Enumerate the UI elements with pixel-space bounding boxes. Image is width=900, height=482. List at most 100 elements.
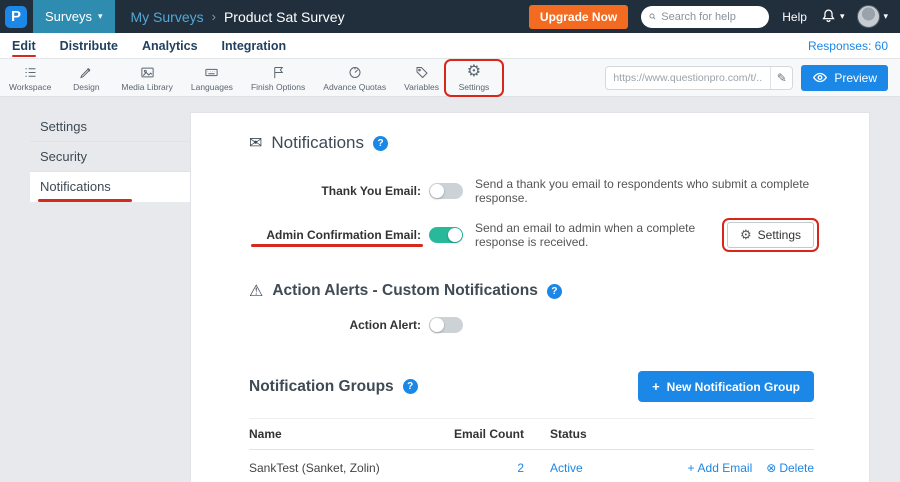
gear-icon: ⚙ — [740, 227, 752, 243]
toolbar-item-label: Finish Options — [251, 82, 305, 92]
delete-label: Delete — [779, 461, 814, 475]
help-link[interactable]: Help — [782, 10, 807, 24]
notifications-bell-button[interactable]: ▾ — [820, 8, 845, 25]
questionpro-logo[interactable]: P — [5, 6, 27, 28]
survey-tabs: Edit Distribute Analytics Integration — [12, 33, 286, 58]
toggle-knob — [430, 318, 444, 332]
label-text: Admin Confirmation Email: — [266, 228, 421, 242]
status-cell: Active — [524, 450, 639, 482]
help-search-input[interactable] — [661, 11, 761, 23]
tab-distribute[interactable]: Distribute — [60, 33, 118, 58]
tab-label: Edit — [12, 39, 36, 53]
toolbar-item-design[interactable]: Design — [60, 62, 112, 94]
eye-icon — [812, 71, 828, 84]
thank-you-email-toggle[interactable] — [429, 183, 463, 199]
sidebar-item-label: Notifications — [40, 179, 111, 194]
tab-label: Integration — [222, 39, 287, 53]
responses-count[interactable]: Responses: 60 — [808, 39, 888, 53]
chevron-down-icon: ▾ — [98, 11, 103, 22]
bell-icon — [820, 8, 837, 25]
notification-groups-table: Name Email Count Status SankTest (Sanket… — [249, 418, 814, 482]
finish-options-icon — [271, 64, 286, 81]
notifications-panel: ✉ Notifications ? Thank You Email: Send … — [190, 112, 870, 482]
toolbar-item-label: Workspace — [9, 82, 51, 92]
help-icon[interactable]: ? — [547, 284, 562, 299]
plus-icon: + — [652, 379, 660, 394]
toolbar-item-media-library[interactable]: Media Library — [112, 62, 182, 94]
section-title: Notifications — [271, 133, 364, 153]
row-actions: +Add Email ⊗Delete — [639, 461, 814, 475]
edit-url-pencil-icon[interactable]: ✎ — [770, 67, 792, 89]
envelope-icon: ✉ — [249, 133, 262, 153]
help-icon[interactable]: ? — [373, 136, 388, 151]
admin-confirmation-email-description: Send an email to admin when a complete r… — [475, 221, 727, 249]
tab-label: Distribute — [60, 39, 118, 53]
toggle-knob — [430, 184, 444, 198]
header-name: Name — [249, 419, 429, 450]
tab-edit[interactable]: Edit — [12, 33, 36, 58]
email-count-link[interactable]: 2 — [517, 461, 524, 475]
edit-toolbar: Workspace Design Media Library Languages… — [0, 59, 900, 97]
toolbar-item-finish-options[interactable]: Finish Options — [242, 62, 314, 94]
action-alert-toggle[interactable] — [429, 317, 463, 333]
toggle-knob — [448, 228, 462, 242]
toolbar-right-group: ✎ Preview — [605, 65, 888, 91]
account-menu-button[interactable]: ▾ — [857, 5, 888, 28]
section-title: Notification Groups — [249, 378, 394, 396]
toolbar-item-languages[interactable]: Languages — [182, 62, 242, 94]
survey-url-input[interactable] — [606, 72, 770, 84]
add-email-label: Add Email — [698, 461, 753, 475]
action-alert-label: Action Alert: — [249, 318, 421, 332]
row-actions-cell: +Add Email ⊗Delete — [639, 450, 814, 482]
thank-you-email-description: Send a thank you email to respondents wh… — [475, 177, 814, 205]
notifications-section-header: ✉ Notifications ? — [249, 133, 814, 153]
toolbar-item-label: Media Library — [121, 82, 173, 92]
tab-label: Analytics — [142, 39, 198, 53]
survey-url-box: ✎ — [605, 66, 793, 90]
sidebar-item-notifications[interactable]: Notifications — [30, 172, 190, 202]
breadcrumb-separator: › — [212, 9, 216, 24]
toolbar-item-label: Variables — [404, 82, 439, 92]
surveys-menu-button[interactable]: Surveys ▾ — [33, 0, 115, 33]
tab-integration[interactable]: Integration — [222, 33, 287, 58]
workspace-icon — [22, 64, 39, 81]
add-email-link[interactable]: +Add Email — [688, 461, 753, 475]
new-notification-group-button[interactable]: + New Notification Group — [638, 371, 814, 402]
breadcrumb: My Surveys › Product Sat Survey — [131, 9, 345, 25]
new-group-label: New Notification Group — [667, 380, 800, 394]
toolbar-item-label: Settings — [459, 82, 490, 92]
advance-quotas-icon — [347, 64, 363, 81]
tab-analytics[interactable]: Analytics — [142, 33, 198, 58]
toolbar-item-settings[interactable]: ⚙ Settings — [448, 62, 500, 94]
email-count-cell: 2 — [429, 450, 524, 482]
delete-link[interactable]: ⊗Delete — [766, 461, 814, 475]
toolbar-item-workspace[interactable]: Workspace — [0, 62, 60, 94]
help-search-box[interactable] — [641, 6, 769, 28]
sidebar-item-label: Settings — [40, 119, 87, 134]
survey-nav-bar: Edit Distribute Analytics Integration Re… — [0, 33, 900, 59]
design-icon — [78, 64, 94, 81]
settings-button-label: Settings — [758, 228, 801, 242]
help-icon[interactable]: ? — [403, 379, 418, 394]
chevron-down-icon: ▾ — [883, 11, 888, 22]
media-library-icon — [139, 64, 156, 81]
admin-email-settings-button[interactable]: ⚙ Settings — [727, 222, 814, 248]
top-bar: P Surveys ▾ My Surveys › Product Sat Sur… — [0, 0, 900, 33]
warning-icon: ⚠ — [249, 281, 263, 301]
upgrade-now-button[interactable]: Upgrade Now — [529, 5, 628, 29]
variables-icon — [414, 64, 430, 81]
notification-groups-title-wrap: Notification Groups ? — [249, 378, 418, 396]
sidebar-item-security[interactable]: Security — [30, 142, 190, 172]
toolbar-item-advance-quotas[interactable]: Advance Quotas — [314, 62, 395, 94]
toolbar-item-variables[interactable]: Variables — [395, 62, 448, 94]
action-alerts-section-header: ⚠ Action Alerts - Custom Notifications ? — [249, 281, 814, 301]
sidebar-item-label: Security — [40, 149, 87, 164]
preview-button[interactable]: Preview — [801, 65, 888, 91]
sidebar-item-settings[interactable]: Settings — [30, 112, 190, 142]
admin-confirmation-email-toggle[interactable] — [429, 227, 463, 243]
settings-sidebar: Settings Security Notifications — [30, 112, 190, 202]
breadcrumb-my-surveys[interactable]: My Surveys — [131, 9, 204, 25]
avatar — [857, 5, 880, 28]
breadcrumb-current-survey: Product Sat Survey — [224, 9, 345, 25]
notification-groups-header: Notification Groups ? + New Notification… — [249, 371, 814, 402]
